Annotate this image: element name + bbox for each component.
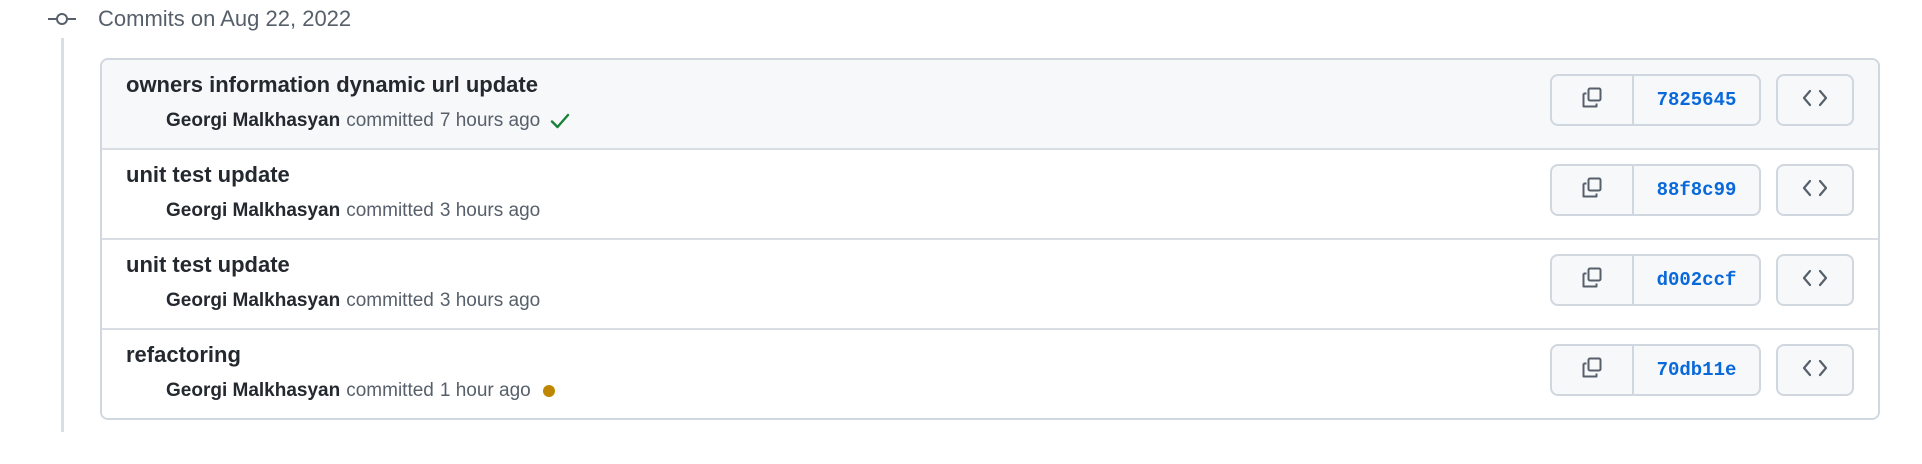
commit-row: refactoring Georgi Malkhasyan committed … [102,328,1878,418]
copy-icon [1580,86,1604,115]
copy-sha-button[interactable] [1552,256,1634,304]
commit-sha-link[interactable]: 88f8c99 [1634,166,1759,214]
code-icon [1802,178,1828,203]
commit-time: 7 hours ago [439,110,541,131]
commit-row: owners information dynamic url update Ge… [102,60,1878,148]
commit-meta: Georgi Malkhasyan committed 3 hours ago [166,290,540,312]
commit-author-link[interactable]: Georgi Malkhasyan [166,200,340,222]
commit-row: unit test update Georgi Malkhasyan commi… [102,148,1878,238]
copy-icon [1580,176,1604,205]
copy-sha-button[interactable] [1552,166,1634,214]
commit-sha-group: d002ccf [1550,254,1761,306]
commit-time: 3 hours ago [439,200,541,221]
committed-label: committed [346,200,434,221]
timeline-line [61,0,64,432]
status-pending-icon[interactable] [541,385,555,397]
commit-meta: Georgi Malkhasyan committed 1 hour ago [166,380,555,402]
browse-repo-button[interactable] [1776,164,1854,216]
browse-repo-button[interactable] [1776,74,1854,126]
commit-list: owners information dynamic url update Ge… [100,58,1880,420]
browse-repo-button[interactable] [1776,254,1854,306]
code-icon [1802,88,1828,113]
committed-label: committed [346,380,434,401]
commit-message-link[interactable]: refactoring [126,342,241,368]
commit-author-link[interactable]: Georgi Malkhasyan [166,110,340,132]
commit-row: unit test update Georgi Malkhasyan commi… [102,238,1878,328]
commit-author-link[interactable]: Georgi Malkhasyan [166,380,340,402]
code-icon [1802,268,1828,293]
code-icon [1802,358,1828,383]
git-commit-icon [46,0,78,38]
copy-icon [1580,266,1604,295]
commit-time: 1 hour ago [439,380,531,401]
commit-message-link[interactable]: unit test update [126,252,290,278]
commit-sha-group: 7825645 [1550,74,1761,126]
commit-sha-link[interactable]: 70db11e [1634,346,1759,394]
commit-sha-group: 88f8c99 [1550,164,1761,216]
timeline-title: Commits on Aug 22, 2022 [98,6,352,31]
commit-sha-link[interactable]: d002ccf [1634,256,1759,304]
copy-icon [1580,356,1604,385]
committed-label: committed [346,290,434,311]
commit-sha-group: 70db11e [1550,344,1761,396]
browse-repo-button[interactable] [1776,344,1854,396]
commit-sha-link[interactable]: 7825645 [1634,76,1759,124]
committed-label: committed [346,110,434,131]
commit-time: 3 hours ago [439,290,541,311]
commit-meta: Georgi Malkhasyan committed 7 hours ago [166,110,570,132]
commit-author-link[interactable]: Georgi Malkhasyan [166,290,340,312]
commit-meta: Georgi Malkhasyan committed 3 hours ago [166,200,540,222]
commit-message-link[interactable]: owners information dynamic url update [126,72,538,98]
copy-sha-button[interactable] [1552,346,1634,394]
commit-message-link[interactable]: unit test update [126,162,290,188]
timeline-header: Commits on Aug 22, 2022 [46,0,351,38]
copy-sha-button[interactable] [1552,76,1634,124]
status-check-icon[interactable] [550,112,570,130]
